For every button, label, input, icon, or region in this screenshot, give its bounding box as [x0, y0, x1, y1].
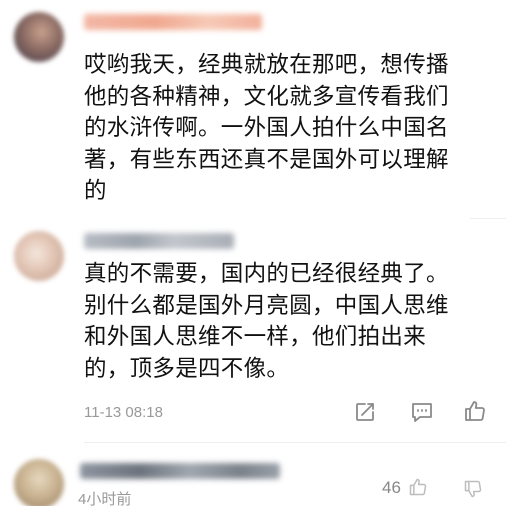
- comment-line: 的，顶多是四不像。: [84, 355, 290, 382]
- dislike-icon[interactable]: [462, 479, 484, 499]
- timestamp: 4小时前: [78, 491, 132, 506]
- thumbs-up-icon[interactable]: [463, 399, 487, 423]
- comment-icon[interactable]: [410, 401, 434, 423]
- share-icon[interactable]: [354, 401, 376, 423]
- comment-line: 真的不需要，国内的已经很经典了。: [84, 261, 449, 287]
- like-count: 46: [382, 478, 401, 497]
- avatar[interactable]: [14, 12, 64, 62]
- avatar[interactable]: [14, 459, 64, 506]
- avatar[interactable]: [14, 231, 64, 281]
- thumbs-up-icon[interactable]: [408, 477, 428, 497]
- username[interactable]: [84, 14, 262, 30]
- comment-item: 哎哟我天，经典就放在那吧，想传播 他的各种精神，文化就多宣传看我们 的水浒传啊。…: [0, 0, 506, 225]
- comment-text: 哎哟我天，经典就放在那吧，想传播 他的各种精神，文化就多宣传看我们 的水浒传啊。…: [84, 50, 498, 208]
- comment-line: 哎哟我天，经典就放在那吧，想传播: [84, 52, 449, 78]
- comment-line: 的: [84, 178, 107, 204]
- comment-text: 真的不需要，国内的已经很经典了。 别什么都是国外月亮圆，中国人思维 和外国人思维…: [84, 259, 498, 385]
- timestamp: 11-13 08:18: [84, 404, 163, 421]
- comment-item: 真的不需要，国内的已经很经典了。 别什么都是国外月亮圆，中国人思维 和外国人思维…: [0, 225, 506, 445]
- comment-item: 4小时前 46: [0, 445, 506, 506]
- divider: [84, 442, 506, 443]
- comment-line: 著，有些东西还真不是国外可以理解: [84, 146, 449, 173]
- comment-line: 别什么都是国外月亮圆，中国人思维: [84, 292, 449, 319]
- comment-line: 的水浒传啊。一外国人拍什么中国名: [84, 115, 449, 141]
- username[interactable]: [84, 233, 234, 249]
- divider: [470, 218, 506, 219]
- comment-line: 他的各种精神，文化就多宣传看我们: [84, 83, 449, 110]
- comment-line: 和外国人思维不一样，他们拍出来: [84, 324, 427, 350]
- username[interactable]: [80, 463, 280, 479]
